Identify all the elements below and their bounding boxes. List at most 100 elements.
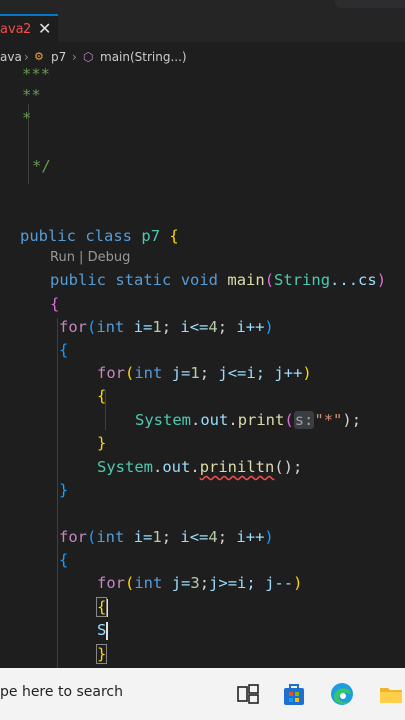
keyword: int — [134, 574, 163, 592]
inner-for-loop-1: for(int j=1; j<=i; j++) — [97, 363, 312, 383]
loop-decrement: j-- — [265, 574, 294, 592]
field-ref: out — [162, 458, 191, 476]
breadcrumb-class[interactable]: p7 — [51, 50, 66, 64]
dot: . — [153, 458, 163, 476]
print-statement: System.out.print(s:"*"); — [135, 410, 361, 430]
semicolon: ; — [217, 318, 228, 336]
keyword: public — [20, 227, 76, 245]
keyword: int — [96, 528, 125, 546]
brace: { — [97, 387, 107, 405]
paren: ( — [125, 364, 135, 382]
window-controls-area — [335, 0, 405, 8]
statement-end: ); — [342, 411, 362, 429]
loop-condition: j<=i; — [218, 364, 266, 382]
tab-problem-count: 2 — [23, 22, 32, 37]
partial-identifier: S — [97, 621, 107, 639]
println-statement: System.out.priniltn(); — [97, 457, 302, 477]
brace: { — [169, 227, 179, 245]
breadcrumb-separator: › — [72, 50, 77, 64]
indent-guide — [57, 318, 58, 668]
keyword: class — [85, 227, 133, 245]
outer-for-loop-2: for(int i=1; i<=4; i++) — [59, 527, 274, 547]
class-icon: ⚙ — [34, 50, 44, 63]
parameter-hint: s: — [293, 411, 315, 429]
comment-line: *** — [22, 68, 50, 83]
keyword: for — [97, 364, 125, 382]
folder-icon[interactable] — [377, 680, 405, 708]
semicolon: ; — [161, 528, 172, 546]
outer-for-loop-1: for(int i=1; i<=4; i++) — [59, 317, 274, 337]
statement-end: (); — [274, 458, 303, 476]
inner-for-loop-2: for(int j=3;j>=i; j--) — [97, 573, 302, 593]
text-cursor — [106, 598, 109, 617]
method-call: print — [237, 411, 285, 429]
edge-icon[interactable] — [328, 680, 356, 708]
brace: } — [59, 481, 69, 499]
class-declaration: public class p7 { — [20, 226, 179, 246]
dot: . — [190, 458, 200, 476]
parameter: ...cs — [330, 271, 377, 289]
paren: ( — [284, 411, 294, 429]
semicolon: ; — [199, 364, 210, 382]
class-name: p7 — [141, 227, 161, 245]
brace: { — [95, 597, 108, 617]
number: 4 — [208, 318, 218, 336]
comment-line: */ — [32, 157, 51, 175]
keyword: for — [59, 318, 87, 336]
brace-matched-close: } — [95, 644, 108, 664]
method-brace-open: { — [50, 295, 60, 313]
breadcrumb: ava › ⚙ p7 › ⬡ main(String...) — [0, 46, 405, 68]
paren: ) — [302, 364, 312, 382]
comment-line: * — [22, 109, 32, 127]
breadcrumb-file[interactable]: ava — [0, 50, 22, 64]
dot: . — [228, 411, 238, 429]
semicolon: ; — [217, 528, 228, 546]
loop-increment: j++ — [274, 364, 303, 382]
loop-increment: i++ — [236, 528, 265, 546]
brace: { — [59, 341, 69, 359]
number: 1 — [152, 528, 162, 546]
semicolon: ; — [161, 318, 172, 336]
keyword: int — [134, 364, 163, 382]
number: 4 — [208, 528, 218, 546]
tab-bar: ava 2 ✕ — [0, 0, 405, 42]
type-name: String — [274, 271, 331, 289]
loop-var: j= — [171, 574, 191, 592]
breadcrumb-method[interactable]: main(String...) — [100, 50, 187, 64]
taskbar-search-input[interactable]: pe here to search — [0, 684, 123, 700]
keyword: for — [59, 528, 87, 546]
comment-line: ** — [22, 86, 41, 104]
typing-line: S — [97, 620, 109, 640]
paren: ( — [87, 528, 97, 546]
paren: ) — [264, 318, 274, 336]
code-editor[interactable]: *** ** * */ public class p7 { Run | Debu… — [0, 68, 405, 668]
brace: { — [59, 551, 69, 569]
number: 1 — [152, 318, 162, 336]
keyword: public — [50, 271, 106, 289]
tab-file-name: ava — [0, 22, 24, 37]
keyword: for — [97, 574, 125, 592]
keyword: static — [115, 271, 172, 289]
loop-var: i= — [133, 318, 153, 336]
dot: . — [191, 411, 201, 429]
loop-condition: j>=i; — [209, 574, 256, 592]
codelens-run-debug[interactable]: Run | Debug — [50, 250, 130, 265]
loop-condition: i<= — [180, 528, 209, 546]
class-ref: System — [97, 458, 153, 476]
loop-condition: i<= — [180, 318, 209, 336]
number: 1 — [190, 364, 200, 382]
brace: } — [97, 434, 107, 452]
text-cursor — [106, 621, 109, 640]
class-ref: System — [135, 411, 191, 429]
keyword: int — [96, 318, 125, 336]
paren: ) — [264, 528, 274, 546]
string-literal: "*" — [314, 411, 343, 429]
task-view-icon[interactable] — [234, 680, 262, 708]
store-icon[interactable] — [280, 680, 308, 708]
editor-tab[interactable]: ava 2 ✕ — [0, 14, 58, 42]
taskbar: pe here to search — [0, 668, 405, 720]
main-method-signature: public static void main(String...cs) — [50, 270, 386, 290]
close-icon[interactable]: ✕ — [38, 19, 51, 38]
paren: ) — [376, 271, 387, 289]
method-name: main — [227, 271, 265, 289]
